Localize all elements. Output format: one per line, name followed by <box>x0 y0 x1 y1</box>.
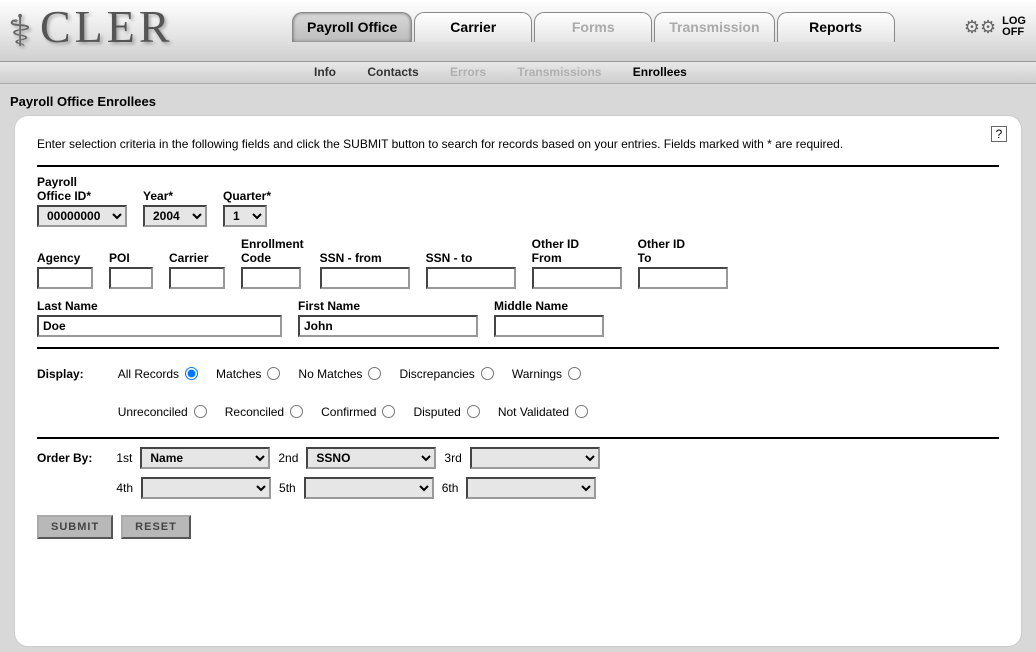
label-first-name: First Name <box>298 299 478 313</box>
payroll-office-id-select[interactable]: 00000000 <box>37 205 127 227</box>
radio-reconciled[interactable] <box>290 405 303 418</box>
radio-confirmed[interactable] <box>382 405 395 418</box>
label-other-id-to: Other ID To <box>638 237 728 265</box>
order-2-select[interactable]: SSNO <box>306 447 436 469</box>
label-quarter: Quarter* <box>223 189 271 203</box>
display-radio-group: Display: All Records Matches No Matches … <box>37 367 999 419</box>
label-year: Year* <box>143 189 207 203</box>
other-id-to-input[interactable] <box>638 267 728 289</box>
tab-carrier[interactable]: Carrier <box>414 12 532 42</box>
separator <box>37 437 999 439</box>
subtab-info[interactable]: Info <box>300 62 350 82</box>
other-id-from-input[interactable] <box>532 267 622 289</box>
year-select[interactable]: 2004 <box>143 205 207 227</box>
log-off-label: LOGOFF <box>1002 16 1026 38</box>
order-5-select[interactable] <box>304 477 434 499</box>
label-order-2nd: 2nd <box>278 451 298 465</box>
page-title: Payroll Office Enrollees <box>0 84 1036 115</box>
order-by-row-2: Order By: 4th 5th 6th <box>37 477 999 499</box>
label-carrier: Carrier <box>169 251 225 265</box>
radio-label-discrepancies: Discrepancies <box>399 367 474 381</box>
label-display: Display: <box>37 367 84 381</box>
label-order-6th: 6th <box>442 481 459 495</box>
label-other-id-from: Other ID From <box>532 237 622 265</box>
label-ssn-from: SSN - from <box>320 251 410 265</box>
ssn-to-input[interactable] <box>426 267 516 289</box>
order-6-select[interactable] <box>466 477 596 499</box>
label-order-1st: 1st <box>116 451 132 465</box>
order-1-select[interactable]: Name <box>140 447 270 469</box>
enrollment-code-input[interactable] <box>241 267 301 289</box>
intro-text: Enter selection criteria in the followin… <box>37 136 999 153</box>
reset-button[interactable]: RESET <box>121 515 191 539</box>
radio-label-not-validated: Not Validated <box>498 405 569 419</box>
label-payroll-office-id: Payroll Office ID* <box>37 175 127 203</box>
logo-text: CLER <box>40 1 174 52</box>
subtab-enrollees[interactable]: Enrollees <box>619 62 701 82</box>
help-icon[interactable]: ? <box>991 126 1007 142</box>
subtab-errors[interactable]: Errors <box>436 62 500 82</box>
ssn-from-input[interactable] <box>320 267 410 289</box>
label-ssn-to: SSN - to <box>426 251 516 265</box>
separator <box>37 165 999 167</box>
submit-button[interactable]: SUBMIT <box>37 515 113 539</box>
radio-label-warnings: Warnings <box>512 367 562 381</box>
log-off-button[interactable]: ⚙⚙ LOGOFF <box>964 16 1026 38</box>
last-name-input[interactable] <box>37 315 282 337</box>
radio-unreconciled[interactable] <box>194 405 207 418</box>
order-4-select[interactable] <box>141 477 271 499</box>
subtab-contacts[interactable]: Contacts <box>353 62 432 82</box>
radio-label-disputed: Disputed <box>413 405 460 419</box>
radio-label-matches: Matches <box>216 367 261 381</box>
tab-transmission[interactable]: Transmission <box>654 12 774 42</box>
agency-input[interactable] <box>37 267 93 289</box>
order-3-select[interactable] <box>470 447 600 469</box>
app-header: ⚕CLER Payroll Office Carrier Forms Trans… <box>0 0 1036 62</box>
radio-discrepancies[interactable] <box>481 367 494 380</box>
radio-label-all-records: All Records <box>118 367 179 381</box>
label-poi: POI <box>109 251 153 265</box>
radio-label-unreconciled: Unreconciled <box>118 405 188 419</box>
search-panel: ? Enter selection criteria in the follow… <box>14 115 1022 647</box>
label-last-name: Last Name <box>37 299 282 313</box>
separator <box>37 347 999 349</box>
tab-payroll-office[interactable]: Payroll Office <box>292 12 412 42</box>
poi-input[interactable] <box>109 267 153 289</box>
middle-name-input[interactable] <box>494 315 604 337</box>
label-middle-name: Middle Name <box>494 299 604 313</box>
label-order-4th: 4th <box>116 481 133 495</box>
app-logo: ⚕CLER <box>8 0 174 57</box>
label-order-3rd: 3rd <box>444 451 461 465</box>
radio-label-confirmed: Confirmed <box>321 405 376 419</box>
label-enrollment-code: Enrollment Code <box>241 237 304 265</box>
radio-label-no-matches: No Matches <box>298 367 362 381</box>
radio-all-records[interactable] <box>185 367 198 380</box>
radio-disputed[interactable] <box>467 405 480 418</box>
label-order-by: Order By: <box>37 451 92 465</box>
first-name-input[interactable] <box>298 315 478 337</box>
quarter-select[interactable]: 1 <box>223 205 267 227</box>
radio-not-validated[interactable] <box>575 405 588 418</box>
tab-reports[interactable]: Reports <box>777 12 895 42</box>
sub-tab-bar: Info Contacts Errors Transmissions Enrol… <box>0 62 1036 84</box>
label-agency: Agency <box>37 251 93 265</box>
radio-no-matches[interactable] <box>368 367 381 380</box>
carrier-input[interactable] <box>169 267 225 289</box>
tab-forms[interactable]: Forms <box>534 12 652 42</box>
order-by-row-1: Order By: 1st Name 2nd SSNO 3rd <box>37 447 999 469</box>
gear-icon: ⚙⚙ <box>964 17 996 38</box>
radio-warnings[interactable] <box>568 367 581 380</box>
label-order-5th: 5th <box>279 481 296 495</box>
radio-label-reconciled: Reconciled <box>225 405 284 419</box>
subtab-transmissions[interactable]: Transmissions <box>503 62 615 82</box>
caduceus-icon: ⚕ <box>8 6 40 57</box>
radio-matches[interactable] <box>267 367 280 380</box>
main-tab-bar: Payroll Office Carrier Forms Transmissio… <box>292 12 895 42</box>
